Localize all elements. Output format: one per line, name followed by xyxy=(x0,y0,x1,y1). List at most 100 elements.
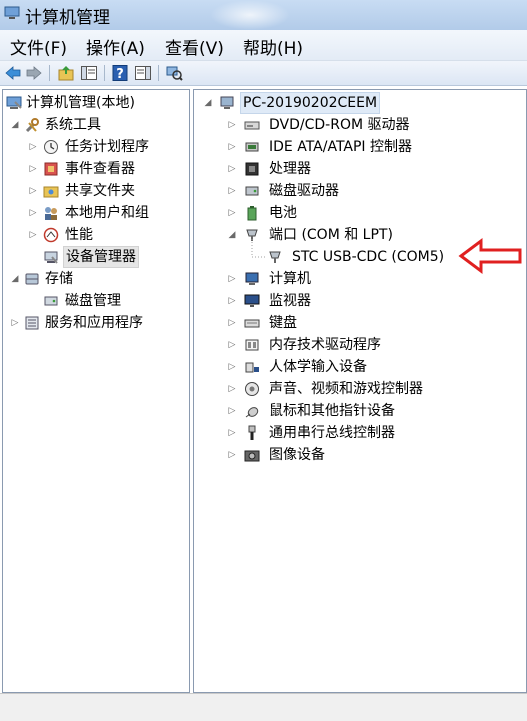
port-device-icon xyxy=(269,251,281,263)
tree-item-label: 服务和应用程序 xyxy=(45,315,143,331)
up-folder-icon[interactable] xyxy=(57,64,75,82)
collapsed-triangle-icon[interactable]: ▷ xyxy=(28,181,38,201)
collapsed-triangle-icon[interactable]: ▷ xyxy=(227,423,237,443)
monitor-icon xyxy=(244,294,260,307)
toolbar-separator xyxy=(158,65,159,81)
disk-drive-icon xyxy=(245,186,259,196)
device-category-usb[interactable]: ▷ 通用串行总线控制器 xyxy=(194,423,524,443)
expanded-triangle-icon[interactable]: ◢ xyxy=(203,93,213,113)
collapsed-triangle-icon[interactable]: ▷ xyxy=(28,203,38,223)
status-bar xyxy=(0,693,527,721)
tree-item-label: 存储 xyxy=(45,271,73,287)
collapsed-triangle-icon[interactable]: ▷ xyxy=(227,313,237,333)
tree-item-system-tools[interactable]: ◢ 系统工具 xyxy=(3,115,189,135)
battery-icon xyxy=(247,206,257,221)
collapsed-triangle-icon[interactable]: ▷ xyxy=(227,357,237,377)
tree-item-label: 共享文件夹 xyxy=(65,183,135,199)
tree-item-device-manager[interactable]: 设备管理器 xyxy=(3,246,189,268)
collapsed-triangle-icon[interactable]: ▷ xyxy=(227,379,237,399)
collapsed-triangle-icon[interactable]: ▷ xyxy=(28,159,38,179)
collapsed-triangle-icon[interactable]: ▷ xyxy=(28,225,38,245)
menu-action[interactable]: 操作(A) xyxy=(86,34,145,59)
collapsed-triangle-icon[interactable]: ▷ xyxy=(227,445,237,465)
tree-item-computer-management[interactable]: 计算机管理(本地) xyxy=(3,93,189,113)
title-bar: 计算机管理 xyxy=(0,0,527,30)
shared-folder-icon xyxy=(43,186,59,198)
device-category-hid[interactable]: ▷ 人体学输入设备 xyxy=(194,357,524,377)
collapsed-triangle-icon[interactable]: ▷ xyxy=(227,203,237,223)
help-icon[interactable]: ? xyxy=(111,64,129,82)
device-tree-root[interactable]: ◢ PC-20190202CEEM xyxy=(194,92,524,114)
tree-item-task-scheduler[interactable]: ▷ 任务计划程序 xyxy=(3,137,189,157)
device-category-mouse[interactable]: ▷ 鼠标和其他指针设备 xyxy=(194,401,524,421)
device-category-memory[interactable]: ▷ 内存技术驱动程序 xyxy=(194,335,524,355)
device-category-label: 磁盘驱动器 xyxy=(269,183,339,199)
device-category-label: 内存技术驱动程序 xyxy=(269,337,381,353)
device-category-battery[interactable]: ▷ 电池 xyxy=(194,203,524,223)
tree-item-disk-management[interactable]: 磁盘管理 xyxy=(3,291,189,311)
device-category-ide[interactable]: ▷ IDE ATA/ATAPI 控制器 xyxy=(194,137,524,157)
collapsed-triangle-icon[interactable]: ▷ xyxy=(227,159,237,179)
forward-arrow-icon[interactable] xyxy=(25,64,43,82)
collapsed-triangle-icon[interactable]: ▷ xyxy=(227,115,237,135)
tree-connector-line xyxy=(251,239,266,258)
collapsed-triangle-icon[interactable]: ▷ xyxy=(10,313,20,333)
collapsed-triangle-icon[interactable]: ▷ xyxy=(227,269,237,289)
action-pane-icon[interactable] xyxy=(134,64,152,82)
device-category-disk[interactable]: ▷ 磁盘驱动器 xyxy=(194,181,524,201)
clock-icon xyxy=(44,140,58,154)
device-category-label: 计算机 xyxy=(269,271,311,287)
annotation-arrow-icon xyxy=(458,238,522,274)
camera-icon xyxy=(244,450,260,462)
collapsed-triangle-icon[interactable]: ▷ xyxy=(227,401,237,421)
collapsed-triangle-icon[interactable]: ▷ xyxy=(227,181,237,201)
tree-item-shared-folders[interactable]: ▷ 共享文件夹 xyxy=(3,181,189,201)
tools-icon xyxy=(25,118,39,133)
device-category-label: 鼠标和其他指针设备 xyxy=(269,403,395,419)
back-arrow-icon[interactable] xyxy=(4,64,22,82)
device-manager-icon xyxy=(44,251,58,264)
expanded-triangle-icon[interactable]: ◢ xyxy=(10,269,20,289)
tree-item-label: 性能 xyxy=(65,227,93,243)
menu-help[interactable]: 帮助(H) xyxy=(243,34,303,59)
memory-icon xyxy=(245,339,259,351)
device-category-monitor[interactable]: ▷ 监视器 xyxy=(194,291,524,311)
device-category-label: 人体学输入设备 xyxy=(269,359,367,375)
event-viewer-icon xyxy=(44,162,58,176)
tree-item-services-applications[interactable]: ▷ 服务和应用程序 xyxy=(3,313,189,333)
device-tree-panel: ◢ PC-20190202CEEM ▷ DVD/CD-ROM 驱动器 ▷ IDE… xyxy=(193,89,527,693)
device-category-dvd[interactable]: ▷ DVD/CD-ROM 驱动器 xyxy=(194,115,524,135)
storage-icon xyxy=(25,273,39,285)
device-category-sound[interactable]: ▷ 声音、视频和游戏控制器 xyxy=(194,379,524,399)
expanded-triangle-icon[interactable]: ◢ xyxy=(10,115,20,135)
device-category-label: 图像设备 xyxy=(269,447,325,463)
device-category-imaging[interactable]: ▷ 图像设备 xyxy=(194,445,524,465)
menu-file[interactable]: 文件(F) xyxy=(10,34,67,59)
dvd-drive-icon xyxy=(244,121,260,130)
toolbar: ? xyxy=(0,61,527,86)
collapsed-triangle-icon[interactable]: ▷ xyxy=(227,335,237,355)
mouse-icon xyxy=(245,407,259,418)
show-console-tree-icon[interactable] xyxy=(80,64,98,82)
tree-item-storage[interactable]: ◢ 存储 xyxy=(3,269,189,289)
tree-item-label: 计算机管理(本地) xyxy=(26,95,135,111)
disk-management-icon xyxy=(44,296,58,306)
device-tree-root-label: PC-20190202CEEM xyxy=(240,92,381,114)
device-category-keyboard[interactable]: ▷ 键盘 xyxy=(194,313,524,333)
scan-hardware-icon[interactable] xyxy=(165,64,183,82)
svg-text:?: ? xyxy=(116,67,124,82)
toolbar-separator xyxy=(104,65,105,81)
device-category-label: 电池 xyxy=(269,205,297,221)
device-category-label: DVD/CD-ROM 驱动器 xyxy=(269,117,410,133)
collapsed-triangle-icon[interactable]: ▷ xyxy=(227,291,237,311)
device-category-label: 处理器 xyxy=(269,161,311,177)
device-category-label: 通用串行总线控制器 xyxy=(269,425,395,441)
expanded-triangle-icon[interactable]: ◢ xyxy=(227,225,237,245)
tree-item-performance[interactable]: ▷ 性能 xyxy=(3,225,189,245)
collapsed-triangle-icon[interactable]: ▷ xyxy=(227,137,237,157)
collapsed-triangle-icon[interactable]: ▷ xyxy=(28,137,38,157)
menu-view[interactable]: 查看(V) xyxy=(165,34,224,59)
tree-item-event-viewer[interactable]: ▷ 事件查看器 xyxy=(3,159,189,179)
device-category-processor[interactable]: ▷ 处理器 xyxy=(194,159,524,179)
tree-item-local-users[interactable]: ▷ 本地用户和组 xyxy=(3,203,189,223)
